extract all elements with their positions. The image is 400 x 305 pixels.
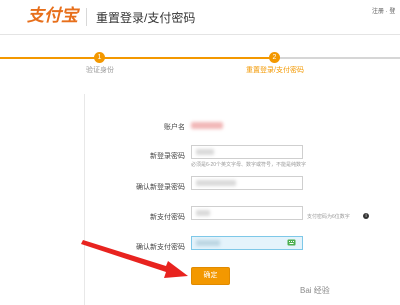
page-title: 重置登录/支付密码 — [96, 11, 196, 25]
new-login-password-label: 新登录密码 — [150, 153, 185, 160]
step-track-done — [0, 57, 275, 59]
confirm-payment-password-redacted — [196, 240, 220, 246]
account-value-redacted — [191, 122, 223, 129]
header-border — [0, 34, 400, 35]
confirm-button[interactable]: 确定 — [191, 267, 230, 285]
baidu-jingyan-watermark: Bai 经验 — [300, 286, 330, 295]
new-payment-password-label: 新支付密码 — [150, 214, 185, 221]
new-payment-password-redacted — [196, 210, 210, 216]
keyboard-icon[interactable] — [287, 239, 296, 246]
step-1-label: 验证身份 — [86, 67, 114, 74]
step-2-badge: 2 — [269, 52, 280, 63]
new-login-password-redacted — [196, 149, 214, 155]
red-arrow-annotation — [81, 240, 188, 278]
new-payment-password-hint: 支付密码为6位数字 — [307, 214, 350, 220]
header-divider — [86, 8, 87, 26]
step-track-pending — [275, 57, 400, 59]
step-2-label: 重置登录/支付密码 — [246, 67, 304, 74]
step-1-badge: 1 — [94, 52, 105, 63]
confirm-login-password-redacted — [196, 180, 236, 186]
account-label: 账户名 — [164, 124, 185, 131]
svg-text:支付宝: 支付宝 — [27, 6, 81, 25]
top-header: 支付宝 重置登录/支付密码 注册 · 登 — [0, 0, 400, 34]
info-icon[interactable]: i — [363, 213, 369, 219]
new-login-password-hint: 必须是6-20个英文字母、数字或符号，不能是纯数字 — [191, 162, 307, 168]
confirm-login-password-label: 确认新登录密码 — [136, 184, 185, 191]
alipay-logo[interactable]: 支付宝 — [27, 4, 81, 26]
header-links[interactable]: 注册 · 登 — [372, 6, 395, 15]
